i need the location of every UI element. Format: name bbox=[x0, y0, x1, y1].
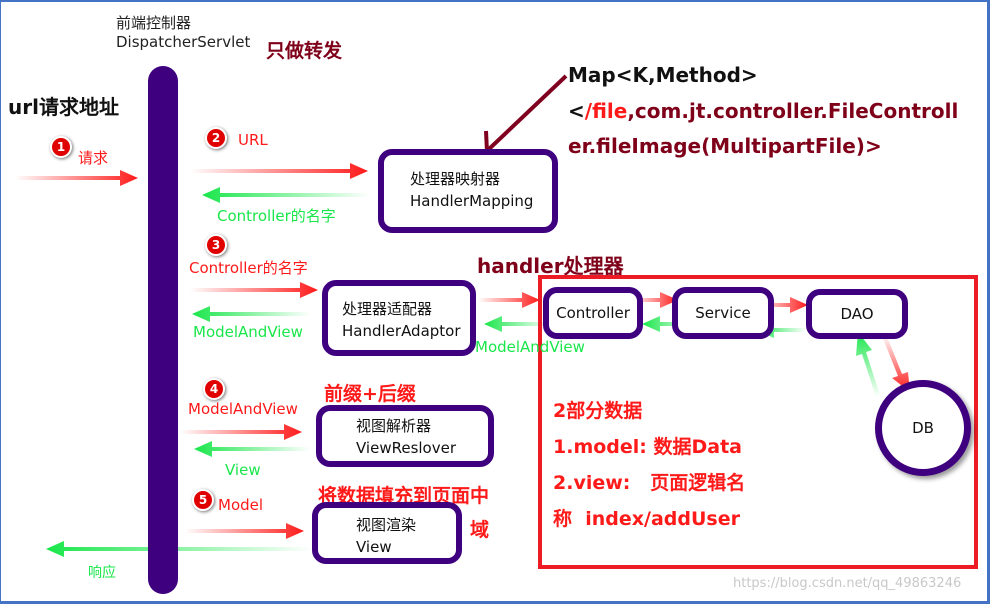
map-annotation-line1: Map<K,Method> bbox=[568, 63, 758, 87]
step-4-response-label: View bbox=[225, 461, 261, 479]
step-5-request-label: Model bbox=[218, 496, 264, 514]
response-arrow-3 bbox=[192, 306, 310, 322]
step-badge-2: 2 bbox=[205, 127, 227, 149]
step-badge-4: 4 bbox=[203, 378, 225, 400]
map-annotation-key: /file bbox=[584, 99, 628, 123]
step-badge-1: 1 bbox=[50, 136, 72, 158]
map-annotation-line2: </file,com.jt.controller.FileControll bbox=[568, 99, 958, 123]
adaptor-return-label: ModelAndView bbox=[475, 338, 585, 356]
step-2-response-label: Controller的名字 bbox=[217, 207, 336, 225]
handler-mapping-cn: 处理器映射器 bbox=[410, 170, 501, 188]
step-2-request-label: URL bbox=[238, 131, 268, 149]
step-3-response-label: ModelAndView bbox=[193, 323, 303, 341]
dispatcher-title-en: DispatcherServlet bbox=[116, 33, 251, 51]
map-annotation-value: ,com.jt.controller.FileControll bbox=[627, 99, 959, 123]
watermark: https://blog.csdn.net/qq_49863246 bbox=[733, 576, 962, 591]
controller-node: Controller bbox=[543, 287, 643, 339]
request-arrow-1 bbox=[15, 170, 138, 186]
step-badge-5: 5 bbox=[192, 489, 214, 511]
dispatcher-servlet-bus bbox=[148, 66, 178, 594]
map-annotation-line3: er.fileImage(MultipartFile)> bbox=[568, 134, 882, 158]
response-arrow-2 bbox=[202, 187, 370, 203]
view-render-cn: 视图渲染 bbox=[356, 516, 417, 534]
step-3-request-label: Controller的名字 bbox=[189, 259, 308, 277]
request-arrow-3 bbox=[190, 282, 318, 298]
handler-mapping-en: HandlerMapping bbox=[410, 192, 534, 210]
response-arrow-final bbox=[46, 541, 312, 557]
step-1-request-label: 请求 bbox=[78, 149, 109, 167]
handler-adaptor-cn: 处理器适配器 bbox=[342, 300, 433, 318]
view-render-en: View bbox=[356, 538, 392, 556]
dao-node: DAO bbox=[806, 289, 908, 339]
handler-adaptor-en: HandlerAdaptor bbox=[342, 322, 461, 340]
view-resolver-en: ViewReslover bbox=[356, 439, 457, 457]
response-label: 响应 bbox=[88, 565, 116, 581]
step-4-request-label: ModelAndView bbox=[188, 400, 298, 418]
fill-data-annotation-line2: 域 bbox=[470, 519, 490, 541]
step-badge-3: 3 bbox=[205, 234, 227, 256]
prefix-suffix-annotation: 前缀+后缀 bbox=[324, 383, 416, 405]
dispatcher-note: 只做转发 bbox=[266, 40, 343, 62]
request-arrow-adaptor-controller bbox=[478, 292, 540, 308]
view-resolver-cn: 视图解析器 bbox=[356, 417, 432, 435]
mapping-pointer-arrow bbox=[484, 74, 568, 154]
service-node: Service bbox=[672, 287, 774, 339]
dispatcher-title-cn: 前端控制器 bbox=[116, 14, 192, 32]
view-resolver-node: 视图解析器 ViewReslover bbox=[316, 405, 494, 467]
map-annotation-prefix: < bbox=[568, 99, 585, 123]
handler-adaptor-node: 处理器适配器 HandlerAdaptor bbox=[322, 280, 476, 356]
request-arrow-4 bbox=[180, 424, 302, 440]
data-parts-title: 2部分数据 bbox=[553, 400, 643, 422]
client-label: url请求地址 bbox=[8, 95, 119, 119]
view-render-node: 视图渲染 View bbox=[312, 502, 462, 564]
data-parts-model: 1.model: 数据Data bbox=[553, 436, 742, 458]
response-arrow-4 bbox=[194, 441, 310, 457]
db-node: DB bbox=[875, 380, 971, 476]
data-parts-view-line2: 称 index/addUser bbox=[553, 508, 740, 530]
request-arrow-2 bbox=[190, 163, 368, 179]
request-arrow-5 bbox=[185, 523, 304, 539]
handler-mapping-node: 处理器映射器 HandlerMapping bbox=[378, 149, 558, 233]
data-parts-view-line1: 2.view: 页面逻辑名 bbox=[553, 472, 746, 494]
